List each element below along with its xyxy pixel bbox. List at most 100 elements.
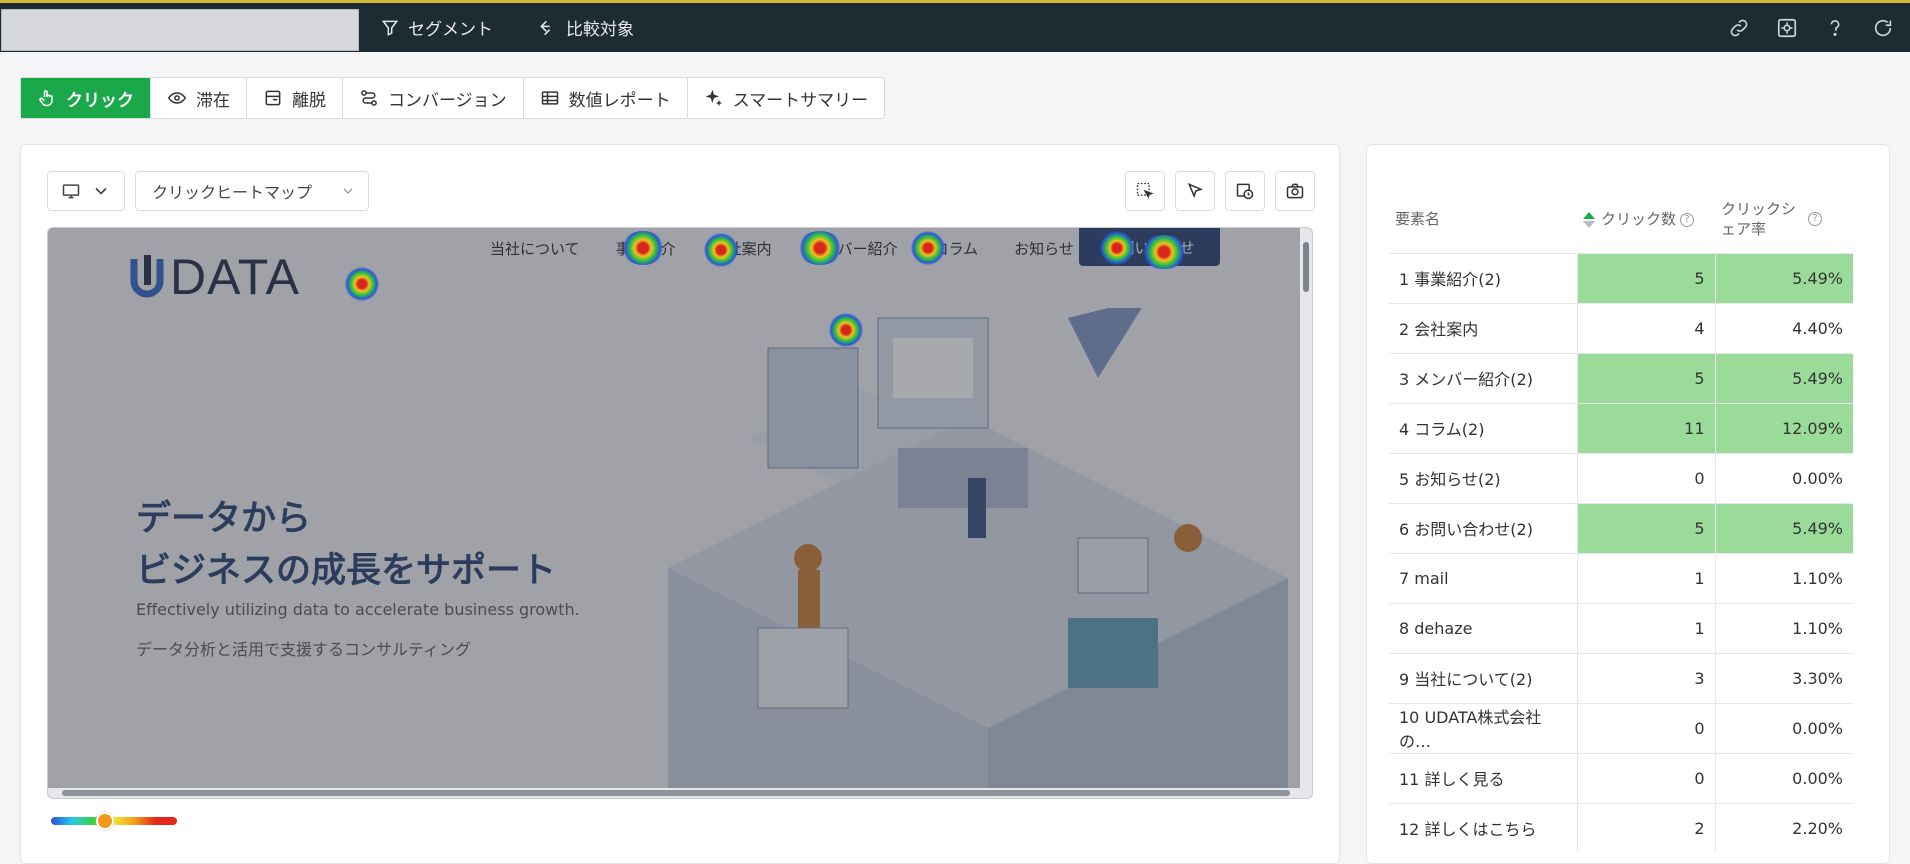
heatmap-hotspot — [1141, 235, 1187, 269]
compare-label: 比較対象 — [566, 20, 634, 40]
cursor-icon — [1187, 182, 1203, 199]
click-share-cell: 5.49% — [1714, 502, 1853, 553]
intensity-slider-knob[interactable] — [96, 812, 115, 830]
device-selector[interactable] — [47, 171, 125, 211]
compare-button[interactable]: 比較対象 — [538, 3, 634, 52]
click-count-cell: 1 — [1576, 602, 1715, 653]
tab-click[interactable]: クリック — [21, 78, 151, 118]
refresh-icon[interactable] — [1870, 15, 1896, 41]
element-name-cell: 12 詳しくはこちら — [1389, 802, 1577, 853]
page-preview[interactable]: DATA 当社について 事業紹介 会社案内 メンバー紹介 コラム お知らせ お問… — [47, 227, 1313, 799]
click-count-cell: 5 — [1576, 352, 1715, 403]
table-row[interactable]: 6 お問い合わせ(2) 5 5.49% — [1389, 502, 1853, 553]
table-row[interactable]: 2 会社案内 4 4.40% — [1389, 302, 1853, 353]
scrollbar-thumb[interactable] — [1303, 242, 1309, 292]
help-icon[interactable]: ? — [1808, 211, 1823, 226]
click-count-cell: 2 — [1576, 802, 1715, 853]
desktop-icon — [62, 184, 80, 199]
table-row[interactable]: 12 詳しくはこちら 2 2.20% — [1389, 802, 1853, 853]
filter-icon — [381, 20, 399, 36]
table-row[interactable]: 8 dehaze 1 1.10% — [1389, 602, 1853, 653]
compare-icon — [540, 20, 551, 35]
click-count-cell: 3 — [1576, 652, 1715, 703]
table-row[interactable]: 7 mail 1 1.10% — [1389, 552, 1853, 603]
page-selector[interactable] — [1, 9, 359, 51]
analysis-tabs: クリック 滞在 離脱 コンバージョン 数値レポート スマートサマリー — [20, 77, 886, 119]
tab-exit[interactable]: 離脱 — [247, 78, 343, 118]
click-count-cell: 5 — [1576, 252, 1715, 303]
col-clicks[interactable]: クリック数? — [1577, 185, 1715, 253]
cursor-button[interactable] — [1175, 171, 1215, 211]
scrollbar-thumb[interactable] — [62, 790, 1290, 796]
tab-label: クリック — [66, 90, 134, 111]
click-share-cell: 4.40% — [1714, 302, 1853, 353]
element-name-cell: 11 詳しく見る — [1389, 752, 1577, 803]
table-icon — [541, 91, 558, 105]
heatmap-overlay — [48, 228, 1312, 798]
pointer-hand-icon — [39, 90, 53, 107]
element-name-cell: 4 コラム(2) — [1389, 402, 1577, 453]
screenshot-button[interactable] — [1275, 171, 1315, 211]
element-name-cell: 1 事業紹介(2) — [1389, 252, 1577, 303]
click-share-cell: 3.30% — [1714, 652, 1853, 703]
heatmap-hotspot — [911, 231, 945, 265]
tab-conversion[interactable]: コンバージョン — [343, 78, 524, 118]
table-row[interactable]: 9 当社について(2) 3 3.30% — [1389, 652, 1853, 703]
link-icon[interactable] — [1726, 15, 1752, 41]
element-name-cell: 8 dehaze — [1389, 602, 1577, 653]
horizontal-scrollbar[interactable] — [48, 788, 1312, 798]
help-icon[interactable] — [1822, 15, 1848, 41]
element-name-cell: 2 会社案内 — [1389, 302, 1577, 353]
element-name-cell: 6 お問い合わせ(2) — [1389, 502, 1577, 553]
tab-smart-summary[interactable]: スマートサマリー — [688, 78, 885, 118]
help-icon[interactable]: ? — [1680, 212, 1695, 227]
table-row[interactable]: 11 詳しく見る 0 0.00% — [1389, 752, 1853, 803]
chevron-down-icon — [343, 188, 353, 194]
element-name-cell: 3 メンバー紹介(2) — [1389, 352, 1577, 403]
select-area-button[interactable] — [1125, 171, 1165, 211]
intensity-slider[interactable] — [51, 812, 177, 830]
table-row[interactable]: 1 事業紹介(2) 5 5.49% — [1389, 252, 1853, 303]
col-header-clicks: クリック数 — [1601, 210, 1677, 229]
segment-label: セグメント — [408, 20, 493, 40]
sparkle-icon — [705, 89, 723, 107]
element-name-cell: 9 当社について(2) — [1389, 652, 1577, 703]
click-share-cell: 5.49% — [1714, 352, 1853, 403]
heatmap-type-select[interactable]: クリックヒートマップ — [135, 171, 369, 211]
col-header-name: 要素名 — [1395, 210, 1441, 229]
heatmap-hotspot — [621, 231, 665, 265]
click-share-cell: 12.09% — [1714, 402, 1853, 453]
tab-label: 離脱 — [292, 90, 326, 111]
element-table: 要素名 クリック数? クリックシ ェア率? 1 事業紹介(2) 5 5.49% 2 会社… — [1389, 185, 1853, 853]
click-count-cell: 11 — [1576, 402, 1715, 453]
heatmap-hotspot — [345, 267, 379, 301]
segment-button[interactable]: セグメント — [380, 3, 493, 52]
table-row[interactable]: 5 お知らせ(2) 0 0.00% — [1389, 452, 1853, 503]
heatmap-hotspot — [1100, 231, 1134, 265]
eye-icon — [167, 92, 187, 104]
col-header-share: クリックシ — [1721, 199, 1797, 218]
settings-icon[interactable] — [1774, 15, 1800, 41]
top-bar: セグメント 比較対象 — [0, 0, 1910, 52]
vertical-scrollbar[interactable] — [1300, 228, 1312, 798]
sort-icon[interactable] — [1583, 211, 1595, 228]
col-click-share: クリックシ ェア率? — [1715, 185, 1853, 253]
click-count-cell: 0 — [1576, 702, 1715, 753]
history-button[interactable] — [1225, 171, 1265, 211]
click-count-cell: 0 — [1576, 452, 1715, 503]
click-share-cell: 1.10% — [1714, 602, 1853, 653]
element-name-cell: 10 UDATA株式会社の… — [1389, 702, 1577, 753]
tab-stay[interactable]: 滞在 — [151, 78, 247, 118]
tab-label: コンバージョン — [388, 90, 507, 111]
click-share-cell: 0.00% — [1714, 702, 1853, 753]
tab-report[interactable]: 数値レポート — [524, 78, 688, 118]
click-share-cell: 0.00% — [1714, 452, 1853, 503]
click-count-cell: 0 — [1576, 752, 1715, 803]
table-row[interactable]: 4 コラム(2) 11 12.09% — [1389, 402, 1853, 453]
table-row[interactable]: 10 UDATA株式会社の… 0 0.00% — [1389, 702, 1853, 753]
click-share-cell: 5.49% — [1714, 252, 1853, 303]
exit-icon — [265, 90, 281, 106]
chevron-down-icon — [95, 187, 107, 195]
click-count-cell: 5 — [1576, 502, 1715, 553]
table-row[interactable]: 3 メンバー紹介(2) 5 5.49% — [1389, 352, 1853, 403]
